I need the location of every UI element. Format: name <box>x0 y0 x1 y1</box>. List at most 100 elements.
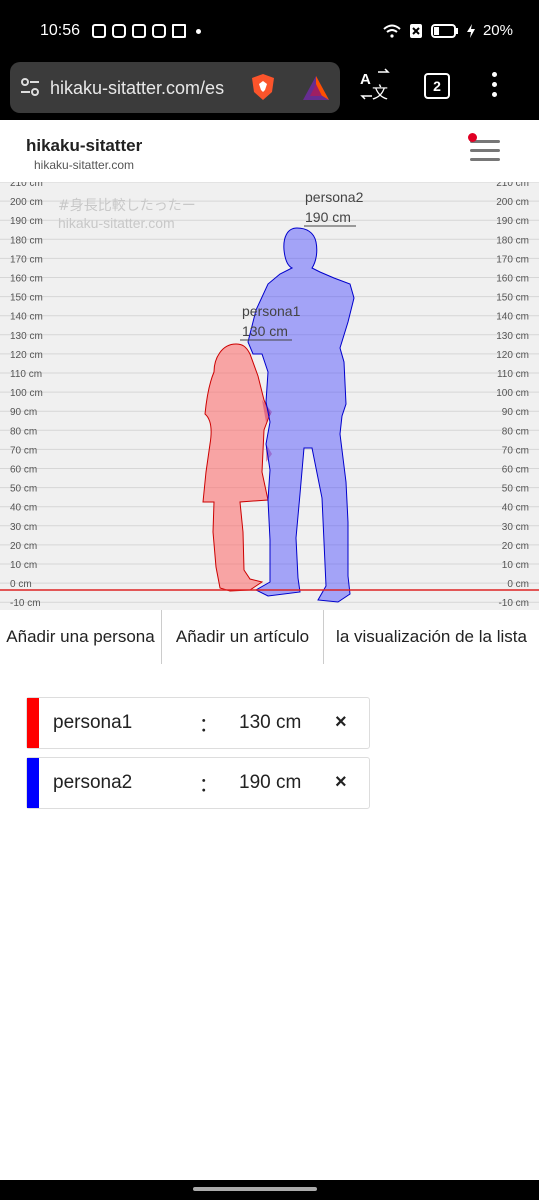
tick-label-left: 210 cm <box>10 182 43 189</box>
list-item[interactable]: persona2 ： 190 cm × <box>26 757 370 809</box>
tab-add-person[interactable]: Añadir una persona <box>0 610 162 664</box>
person-name: persona2 <box>53 772 133 793</box>
system-status: 20% <box>383 22 513 39</box>
tick-label-left: 10 cm <box>10 560 37 571</box>
person-height: 130 cm <box>239 712 302 733</box>
tick-label-right: 110 cm <box>497 369 529 380</box>
separator: ： <box>199 775 219 796</box>
home-handle[interactable] <box>193 1187 317 1191</box>
site-title[interactable]: hikaku-sitatter <box>26 136 142 156</box>
height-chart-svg: 210 cm 210 cm 200 cm 200 cm 190 cm 190 cm 180 … <box>0 182 539 609</box>
svg-text:A: A <box>360 71 371 88</box>
persona1-label: persona1 <box>242 303 301 319</box>
tick-label-right: 140 cm <box>496 312 529 323</box>
tick-label-left: 180 cm <box>10 235 43 246</box>
site-subtitle: hikaku-sitatter.com <box>34 158 135 172</box>
tick-label-right: 150 cm <box>496 293 529 304</box>
youtube-icon <box>152 24 166 38</box>
gesture-nav-bar <box>0 1180 539 1200</box>
browser-toolbar: hikaku-sitatter.com/es A文 2 <box>0 58 539 120</box>
site-settings-icon[interactable] <box>20 78 40 96</box>
tick-label-left: 40 cm <box>10 503 37 514</box>
gmail-icon <box>172 24 186 38</box>
tick-label-right: 10 cm <box>502 560 529 571</box>
tick-label-left: 100 cm <box>10 388 43 399</box>
list-item[interactable]: persona1 ： 130 cm × <box>26 697 370 749</box>
tick-label-left: -10 cm <box>10 598 41 609</box>
tick-label-left: 150 cm <box>10 293 43 304</box>
tick-label-left: 20 cm <box>10 541 37 552</box>
tick-label-left: 130 cm <box>10 331 43 342</box>
dot-icon <box>196 29 201 34</box>
tick-label-right: 160 cm <box>496 274 529 285</box>
height-chart: 210 cm 210 cm 200 cm 200 cm 190 cm 190 cm 180 … <box>0 182 539 610</box>
tick-label-left: 170 cm <box>10 254 43 265</box>
chart-watermark-title: #身長比較したったー <box>58 198 196 214</box>
remove-button[interactable]: × <box>335 771 347 794</box>
status-bar: 10:56 20% <box>0 0 539 58</box>
person-name: persona1 <box>53 712 133 733</box>
tick-label-right: 0 cm <box>507 579 529 590</box>
clock: 10:56 <box>40 22 81 39</box>
separator: ： <box>199 715 219 736</box>
tick-label-right: 190 cm <box>496 216 529 227</box>
color-swatch <box>27 758 39 808</box>
charging-icon <box>466 23 475 38</box>
tick-label-right: 30 cm <box>502 522 529 533</box>
tick-label-left: 60 cm <box>10 465 37 476</box>
tick-label-right: 170 cm <box>496 254 529 265</box>
svg-text:文: 文 <box>372 83 388 102</box>
tick-label-left: 200 cm <box>10 197 43 208</box>
translate-icon[interactable]: A文 <box>358 68 392 102</box>
person-list: persona1 ： 130 cm × persona2 ： 190 cm × <box>26 697 370 817</box>
wifi-icon <box>383 24 401 38</box>
youtube-icon <box>112 24 126 38</box>
battery-percent: 20% <box>482 22 513 39</box>
tick-label-right: 50 cm <box>502 484 529 495</box>
address-bar[interactable]: hikaku-sitatter.com/es <box>10 62 340 113</box>
tick-label-left: 160 cm <box>10 274 43 285</box>
tick-label-left: 140 cm <box>10 312 43 323</box>
tick-label-left: 50 cm <box>10 484 37 495</box>
tick-label-right: 60 cm <box>502 465 529 476</box>
battery-icon <box>430 23 458 38</box>
tick-label-right: 200 cm <box>496 197 529 208</box>
chart-watermark-url: hikaku-sitatter.com <box>58 215 175 231</box>
color-swatch <box>27 698 39 748</box>
tab-bar: Añadir una persona Añadir un artículo la… <box>0 610 539 664</box>
tick-label-right: -10 cm <box>498 598 529 609</box>
tick-label-left: 80 cm <box>10 426 37 437</box>
tick-label-right: 40 cm <box>502 503 529 514</box>
tick-label-right: 180 cm <box>496 235 529 246</box>
brave-shields-icon[interactable] <box>248 72 278 102</box>
tick-label-right: 120 cm <box>496 350 529 361</box>
brave-rewards-icon[interactable] <box>302 75 330 101</box>
notification-dot <box>468 133 477 142</box>
tab-add-item[interactable]: Añadir un artículo <box>162 610 324 664</box>
site-header: hikaku-sitatter hikaku-sitatter.com <box>0 120 539 182</box>
tick-label-right: 130 cm <box>496 331 529 342</box>
persona2-label: persona2 <box>305 189 364 205</box>
tick-label-left: 90 cm <box>10 407 37 418</box>
persona2-height-label: 190 cm <box>305 209 351 225</box>
tick-label-right: 90 cm <box>502 407 529 418</box>
tick-label-left: 30 cm <box>10 522 37 533</box>
notification-icons <box>92 24 201 38</box>
tick-label-left: 190 cm <box>10 216 43 227</box>
tab-switcher-button[interactable]: 2 <box>424 73 450 99</box>
remove-button[interactable]: × <box>335 711 347 734</box>
tick-label-left: 120 cm <box>10 350 43 361</box>
browser-menu-icon[interactable] <box>492 72 500 100</box>
persona1-silhouette[interactable] <box>202 343 272 592</box>
sim-icon <box>409 23 422 38</box>
tick-label-right: 70 cm <box>502 445 529 456</box>
persona1-height-label: 130 cm <box>242 323 288 339</box>
tick-label-left: 110 cm <box>10 369 42 380</box>
tab-list-view[interactable]: la visualización de la lista <box>324 610 539 664</box>
tick-label-right: 20 cm <box>502 541 529 552</box>
instagram-icon <box>92 24 106 38</box>
instagram-icon <box>132 24 146 38</box>
tick-label-right: 210 cm <box>496 182 529 189</box>
url-text[interactable]: hikaku-sitatter.com/es <box>50 78 236 99</box>
tick-label-right: 80 cm <box>502 426 529 437</box>
